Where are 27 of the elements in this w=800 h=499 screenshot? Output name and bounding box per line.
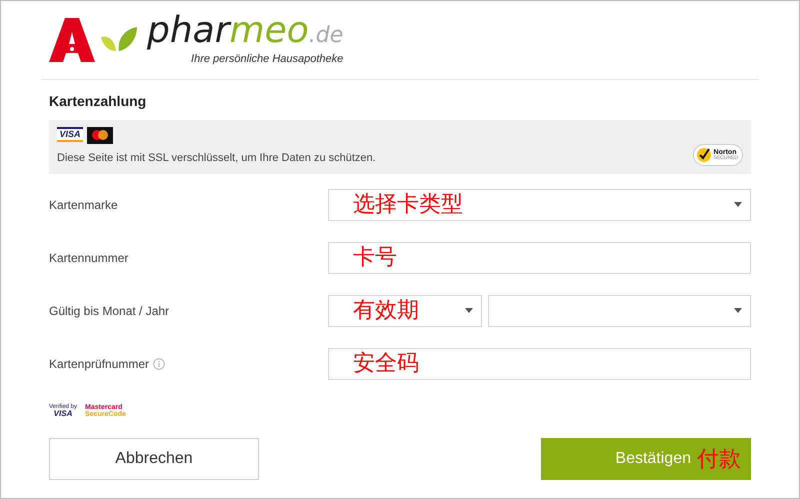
field-label: Kartenprüfnummer	[49, 356, 150, 372]
annotation-text: 选择卡类型	[353, 194, 463, 216]
annotation-text: 安全码	[353, 352, 419, 374]
caret-icon	[734, 308, 742, 313]
brand-tagline: Ihre persönliche Hausapotheke	[191, 52, 344, 67]
caret-icon	[465, 308, 473, 313]
visa-logo: VISA	[57, 126, 83, 142]
pharmacy-a-icon	[49, 18, 95, 62]
year-select[interactable]	[488, 294, 751, 326]
mastercard-logo	[87, 126, 113, 144]
month-select[interactable]: 有效期	[328, 294, 482, 326]
page-title: Kartenzahlung	[49, 92, 148, 111]
brand-domain: .de	[308, 24, 344, 47]
card-brand-select[interactable]: 选择卡类型	[328, 188, 751, 220]
field-label: Kartennummer	[49, 250, 128, 266]
ssl-message: Diese Seite ist mit SSL verschlüsselt, um Ihre Daten zu schützen.	[57, 150, 376, 166]
field-label: Kartenmarke	[49, 196, 118, 214]
input-field[interactable]: 安全码	[328, 348, 751, 380]
input-field[interactable]: 卡号	[328, 242, 751, 274]
brand-wordmark: pharmeo	[147, 12, 309, 49]
cancel-button[interactable]: Abbrechen	[49, 438, 259, 480]
annotation-text: 有效期	[353, 300, 419, 322]
info-icon[interactable]	[153, 358, 166, 370]
field-label: Gültig bis Monat / Jahr	[49, 302, 170, 320]
annotation-text: 卡号	[353, 246, 397, 268]
caret-icon	[734, 202, 742, 207]
confirm-button[interactable]: Bestätigen 付款	[541, 438, 751, 480]
